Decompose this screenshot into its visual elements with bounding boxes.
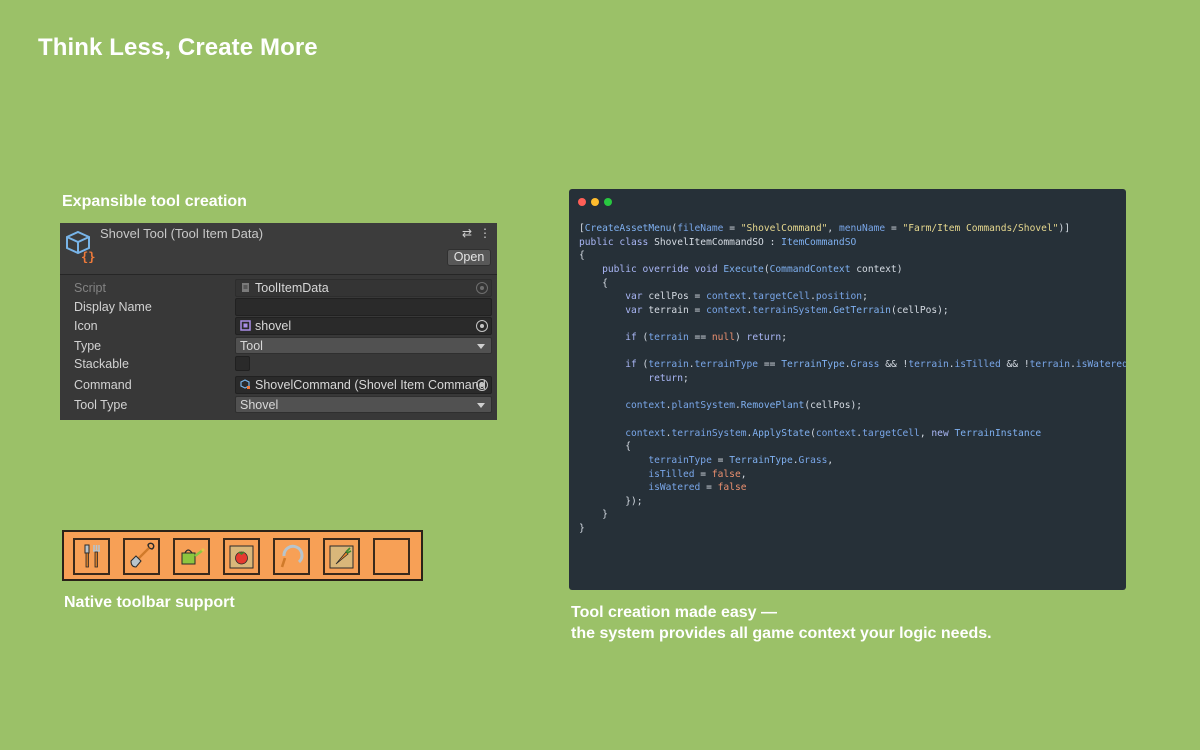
object-picker-icon[interactable] <box>476 379 488 391</box>
close-window-dot[interactable] <box>578 198 586 206</box>
script-row: Script ToolItemData <box>60 279 497 297</box>
inspector-title: Shovel Tool (Tool Item Data) <box>100 226 264 241</box>
tool-type-label: Tool Type <box>74 398 128 412</box>
code-line: if (terrain == null) return; <box>625 332 787 344</box>
code-line: }); <box>579 495 643 507</box>
code-line: public class ShovelItemCommandSO : ItemC… <box>579 236 857 248</box>
toolbar-slot-empty[interactable] <box>373 538 410 575</box>
stackable-checkbox[interactable] <box>235 356 250 371</box>
code-line: isTilled = false, <box>648 468 747 480</box>
toolbar-slot-watering-can[interactable] <box>173 538 210 575</box>
caption-line-2: the system provides all game context you… <box>571 625 992 642</box>
script-field: ToolItemData <box>235 279 492 297</box>
sickle-icon <box>280 544 304 568</box>
page-headline: Think Less, Create More <box>38 34 318 61</box>
code-line: var cellPos = context.targetCell.positio… <box>625 291 868 303</box>
stackable-label: Stackable <box>74 357 129 371</box>
item-toolbar <box>62 530 423 581</box>
tool-type-dropdown[interactable]: Shovel <box>235 396 492 413</box>
expansible-tool-label: Expansible tool creation <box>62 193 247 210</box>
script-label: Script <box>74 281 106 295</box>
display-name-row: Display Name <box>60 298 497 316</box>
display-name-input[interactable] <box>235 298 492 316</box>
toolbar-slot-tomato-seeds[interactable] <box>223 538 260 575</box>
scriptable-object-icon: {} <box>66 230 95 263</box>
script-file-icon <box>242 283 249 292</box>
tomato-seed-bag-icon <box>229 545 254 569</box>
caption-line-1: Tool creation made easy — <box>571 604 777 621</box>
display-name-label: Display Name <box>74 300 152 314</box>
code-line: terrainType = TerrainType.Grass, <box>648 454 834 466</box>
code-line: } <box>579 523 585 535</box>
toolbar-slot-sickle[interactable] <box>273 538 310 575</box>
watering-can-icon <box>181 548 205 565</box>
inspector-header: {} Shovel Tool (Tool Item Data) ⇄ ⋮ Open <box>60 223 497 275</box>
code-line: return; <box>648 373 689 385</box>
window-controls <box>578 198 612 206</box>
code-line: var terrain = context.terrainSystem.GetT… <box>625 304 949 316</box>
shovel-icon <box>130 542 155 568</box>
toolbar-slot-carrot-seeds[interactable] <box>323 538 360 575</box>
code-line: { <box>579 277 608 289</box>
code-block: [CreateAssetMenu(fileName = "ShovelComma… <box>579 222 1126 536</box>
chevron-down-icon <box>477 403 485 408</box>
carrot-seed-bag-icon <box>329 545 354 569</box>
command-label: Command <box>74 378 132 392</box>
sprite-icon <box>240 320 251 331</box>
maximize-window-dot[interactable] <box>604 198 612 206</box>
code-window: [CreateAssetMenu(fileName = "ShovelComma… <box>569 189 1126 590</box>
svg-text:{}: {} <box>81 250 95 263</box>
minimize-window-dot[interactable] <box>591 198 599 206</box>
code-line: [CreateAssetMenu(fileName = "ShovelComma… <box>579 223 1071 234</box>
tool-type-row: Tool Type Shovel <box>60 396 497 414</box>
icon-field[interactable]: shovel <box>235 317 492 335</box>
more-vert-icon[interactable]: ⋮ <box>479 226 491 240</box>
object-picker-icon <box>476 282 488 294</box>
chevron-down-icon <box>477 344 485 349</box>
code-line: public override void Execute(CommandCont… <box>602 263 903 275</box>
type-row: Type Tool <box>60 337 497 355</box>
code-line: if (terrain.terrainType == TerrainType.G… <box>625 359 1126 371</box>
icon-row: Icon shovel <box>60 317 497 335</box>
code-line: { <box>579 250 585 262</box>
code-line: context.plantSystem.RemovePlant(cellPos)… <box>625 400 863 412</box>
command-value: ShovelCommand (Shovel Item Command <box>255 378 486 392</box>
stackable-row: Stackable <box>60 355 497 373</box>
open-button[interactable]: Open <box>447 249 491 266</box>
native-toolbar-label: Native toolbar support <box>64 594 235 611</box>
toolbar-slot-shovel[interactable] <box>123 538 160 575</box>
garden-tools-icon <box>84 544 100 568</box>
code-line: } <box>579 509 608 521</box>
code-line: isWatered = false <box>648 482 747 494</box>
icon-label: Icon <box>74 319 98 333</box>
caption: Tool creation made easy — the system pro… <box>571 602 992 644</box>
tool-type-value: Shovel <box>240 398 279 412</box>
code-line: context.terrainSystem.ApplyState(context… <box>625 427 1042 439</box>
script-value: ToolItemData <box>255 281 329 295</box>
command-field[interactable]: ShovelCommand (Shovel Item Command <box>235 376 492 394</box>
code-line: { <box>579 441 631 453</box>
settings-sliders-icon[interactable]: ⇄ <box>462 226 472 240</box>
type-label: Type <box>74 339 102 353</box>
scriptable-object-mini-icon <box>240 379 250 389</box>
icon-value: shovel <box>255 319 292 333</box>
type-dropdown[interactable]: Tool <box>235 337 492 354</box>
command-row: Command ShovelCommand (Shovel Item Comma… <box>60 376 497 394</box>
object-picker-icon[interactable] <box>476 320 488 332</box>
inspector-panel: {} Shovel Tool (Tool Item Data) ⇄ ⋮ Open… <box>60 223 497 420</box>
toolbar-slot-garden-tools[interactable] <box>73 538 110 575</box>
type-value: Tool <box>240 339 263 353</box>
